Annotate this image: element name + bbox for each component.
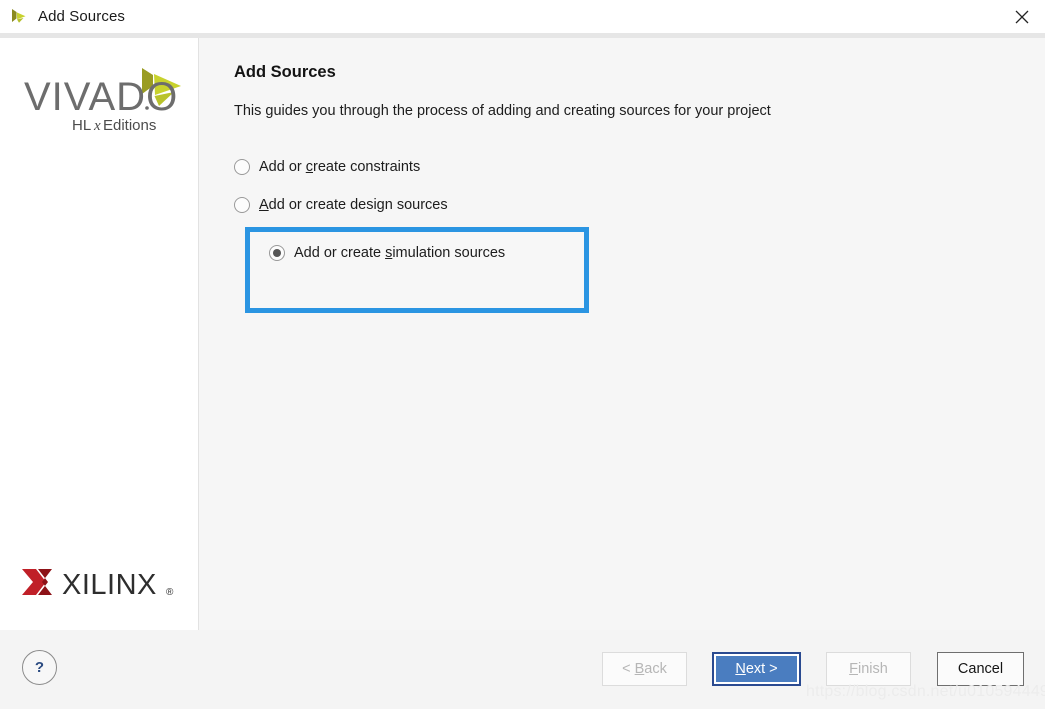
radio-option-add-or-create-simulation-sources[interactable]: Add or create simulation sources: [269, 245, 505, 261]
cancel-button[interactable]: Cancel: [937, 652, 1024, 686]
svg-text:XILINX: XILINX: [62, 569, 157, 601]
radio-label-simulation-sources: Add or create simulation sources: [294, 245, 506, 261]
finish-button-label: Finish: [849, 661, 888, 677]
main-pane: Add Sources This guides you through the …: [200, 38, 1045, 630]
radio-label-design-sources: Add or create design sources: [259, 197, 448, 213]
page-title: Add Sources: [234, 63, 336, 81]
radio-indicator-constraints[interactable]: [234, 159, 250, 175]
page-description: This guides you through the process of a…: [234, 103, 771, 119]
radio-option-add-or-create-constraints[interactable]: Add or create constraints: [234, 148, 834, 186]
svg-text:®: ®: [166, 587, 174, 598]
svg-text:Editions: Editions: [103, 117, 156, 134]
vivado-logo: VIVADO HL x Editions: [24, 64, 184, 136]
finish-button[interactable]: Finish: [826, 652, 911, 686]
close-icon[interactable]: [999, 0, 1045, 33]
vivado-leaf-icon: [8, 6, 30, 28]
dialog-body: VIVADO HL x Editions XILINX ® Add Source…: [0, 38, 1045, 630]
back-button-label: < Back: [622, 661, 667, 677]
radio-indicator-simulation-sources[interactable]: [269, 245, 285, 261]
next-button-label: Next >: [735, 661, 778, 677]
svg-text:VIVADO: VIVADO: [24, 75, 178, 119]
branding-sidebar: VIVADO HL x Editions XILINX ®: [0, 38, 199, 630]
source-type-radio-group: Add or create constraints Add or create …: [234, 148, 834, 313]
watermark-text: https://blog.csdn.net/u010594449: [806, 683, 1045, 700]
highlight-inner: Add or create simulation sources: [250, 232, 584, 308]
title-bar: Add Sources: [0, 0, 1045, 33]
add-sources-dialog: Add Sources VIVADO HL x Editions XILINX …: [0, 0, 1045, 709]
next-button[interactable]: Next >: [712, 652, 801, 686]
svg-text:x: x: [93, 118, 101, 134]
xilinx-logo: XILINX ®: [20, 563, 180, 605]
radio-label-constraints: Add or create constraints: [259, 159, 421, 175]
back-button[interactable]: < Back: [602, 652, 687, 686]
radio-indicator-design-sources[interactable]: [234, 197, 250, 213]
help-button[interactable]: ?: [22, 650, 57, 685]
svg-text:HL: HL: [72, 117, 91, 134]
cancel-button-label: Cancel: [957, 661, 1004, 677]
window-title: Add Sources: [38, 8, 125, 25]
radio-option-add-or-create-design-sources[interactable]: Add or create design sources: [234, 186, 834, 224]
highlight-annotation-box: Add or create simulation sources: [245, 227, 589, 313]
